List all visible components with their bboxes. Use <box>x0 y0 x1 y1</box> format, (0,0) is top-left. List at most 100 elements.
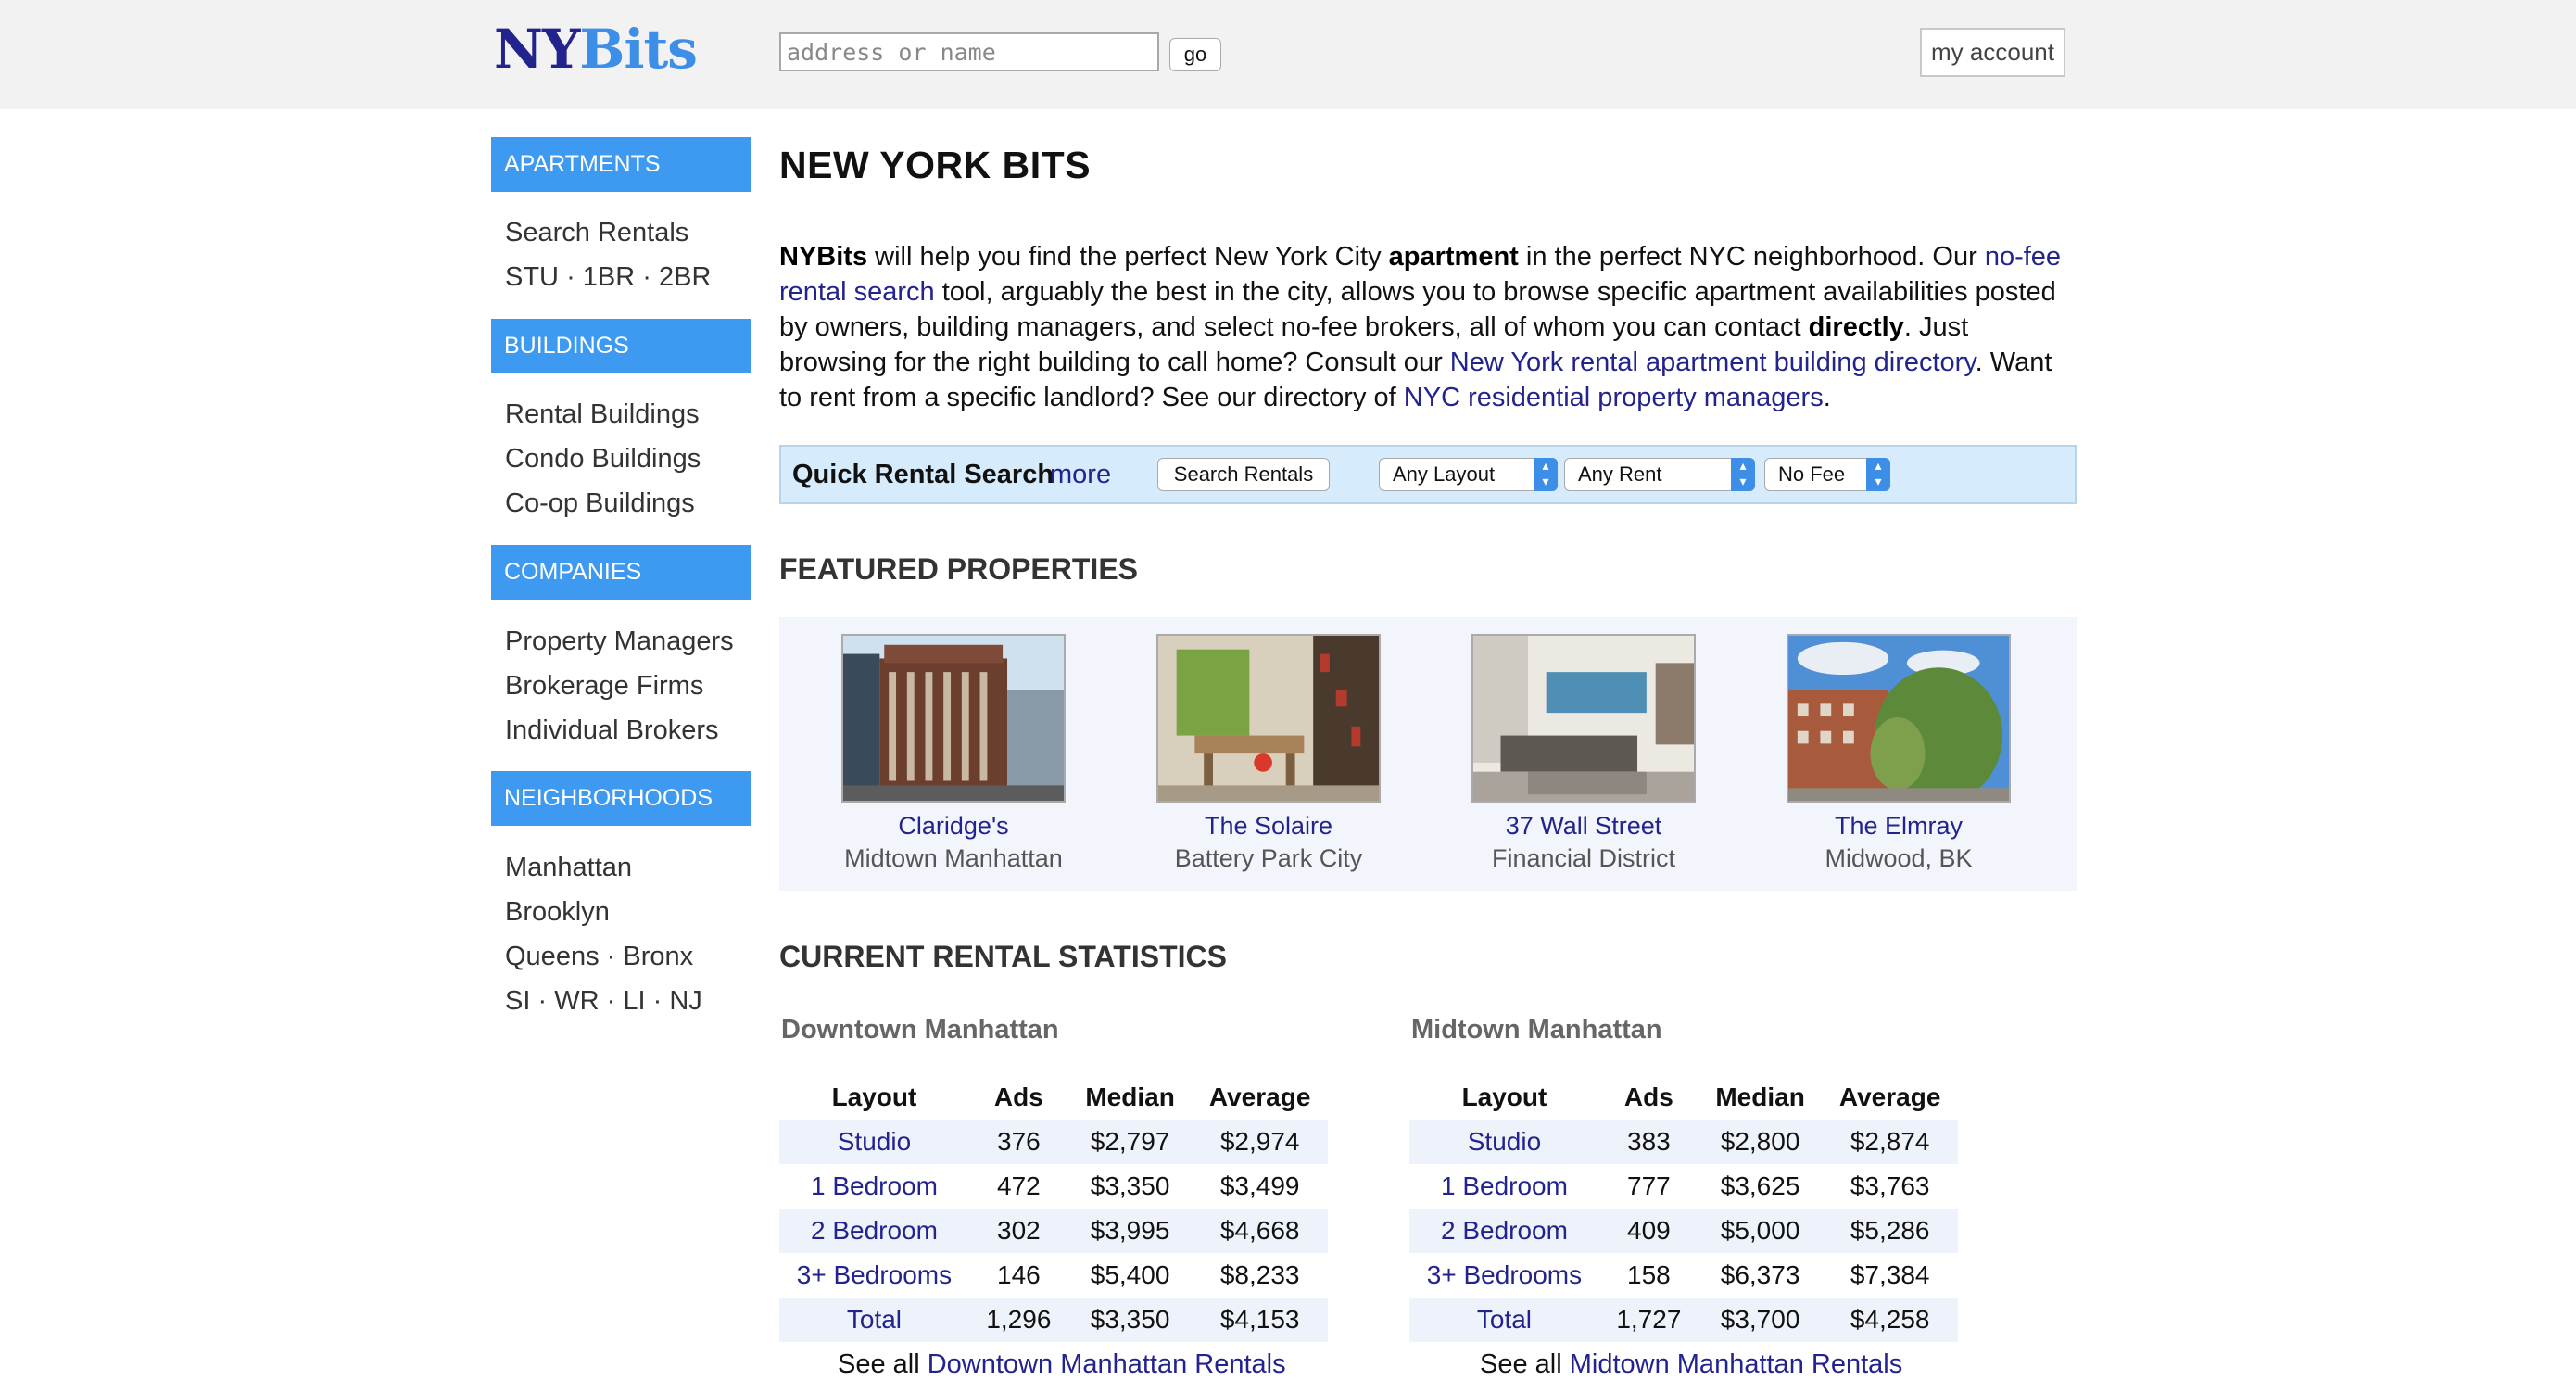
sidebar-item-wr[interactable]: WR <box>554 986 599 1016</box>
sidebar-item-search-rentals[interactable]: Search Rentals <box>505 216 688 249</box>
property-name[interactable]: The Solaire <box>1139 812 1398 841</box>
property-managers-link[interactable]: NYC residential property managers <box>1404 383 1824 412</box>
search-rentals-button[interactable]: Search Rentals <box>1157 458 1330 491</box>
sidebar-heading-buildings[interactable]: BUILDINGS <box>491 319 751 373</box>
midtown-rentals-link[interactable]: Midtown Manhattan Rentals <box>1570 1349 1902 1379</box>
table-row: 2 Bedroom 409 $5,000 $5,286 <box>1409 1209 1958 1253</box>
sidebar-item-rental-buildings[interactable]: Rental Buildings <box>505 398 700 431</box>
median-cell: $3,350 <box>1090 1171 1170 1200</box>
table-row: 1 Bedroom 472 $3,350 $3,499 <box>779 1164 1328 1209</box>
ads-cell: 1,296 <box>968 1298 1068 1342</box>
separator-dot: · <box>606 942 616 971</box>
separator-dot: · <box>652 986 663 1016</box>
sidebar-heading-companies[interactable]: COMPANIES <box>491 545 751 600</box>
layout-select[interactable]: Any Layout ▴ ▾ <box>1379 458 1558 491</box>
layout-link[interactable]: Studio <box>1409 1120 1599 1164</box>
sidebar-item-manhattan[interactable]: Manhattan <box>505 851 632 884</box>
property-area: Midtown Manhattan <box>844 844 1063 872</box>
sidebar-item-queens[interactable]: Queens <box>505 942 600 971</box>
average-cell: $5,286 <box>1822 1209 1958 1253</box>
property-name[interactable]: 37 Wall Street <box>1454 812 1713 841</box>
sidebar-item-condo-buildings[interactable]: Condo Buildings <box>505 442 701 475</box>
my-account-button[interactable]: my account <box>1920 28 2065 77</box>
layout-link[interactable]: 1 Bedroom <box>779 1164 969 1209</box>
median-cell: $3,625 <box>1720 1171 1800 1200</box>
sidebar-item-2br[interactable]: 2BR <box>659 262 711 292</box>
property-name[interactable]: Claridge's <box>824 812 1083 841</box>
layout-link[interactable]: 2 Bedroom <box>1409 1209 1599 1253</box>
sidebar-item-brooklyn[interactable]: Brooklyn <box>505 895 610 929</box>
sidebar-item-brokerage-firms[interactable]: Brokerage Firms <box>505 669 703 703</box>
go-button[interactable]: go <box>1169 38 1221 71</box>
rent-select[interactable]: Any Rent ▴ ▾ <box>1564 458 1755 491</box>
property-photo[interactable] <box>1471 634 1696 803</box>
separator-dot: · <box>606 986 616 1016</box>
layout-link[interactable]: 1 Bedroom <box>1409 1164 1599 1209</box>
featured-property-card[interactable]: 37 Wall Street Financial District <box>1454 634 1713 873</box>
downtown-rentals-link[interactable]: Downtown Manhattan Rentals <box>928 1349 1286 1379</box>
sidebar-item-1br[interactable]: 1BR <box>583 262 635 292</box>
column-header: Layout <box>1461 1082 1547 1111</box>
column-header: Median <box>1715 1082 1805 1111</box>
quick-rental-search-bar: Quick Rental Search more Search Rentals … <box>779 445 2077 504</box>
average-cell: $3,763 <box>1850 1171 1930 1200</box>
property-photo[interactable] <box>1787 634 2011 803</box>
see-all-label: See all <box>1480 1349 1562 1379</box>
quick-search-more-link[interactable]: more <box>1050 460 1111 490</box>
fee-select-value: No Fee <box>1778 462 1846 486</box>
featured-property-card[interactable]: The Elmray Midwood, BK <box>1769 634 2028 873</box>
sidebar-heading-neighborhoods[interactable]: NEIGHBORHOODS <box>491 771 751 826</box>
table-row: Total 1,727 $3,700 $4,258 <box>1409 1298 1958 1342</box>
featured-property-card[interactable]: The Solaire Battery Park City <box>1139 634 1398 873</box>
table-row: 1 Bedroom 777 $3,625 $3,763 <box>1409 1164 1958 1209</box>
property-area: Midwood, BK <box>1825 844 1973 872</box>
layout-link[interactable]: 2 Bedroom <box>779 1209 969 1253</box>
intro-text: will help you find the perfect New York … <box>867 242 1389 272</box>
table-row: Studio 376 $2,797 $2,974 <box>779 1120 1328 1164</box>
search-input[interactable]: address or name <box>779 32 1159 71</box>
median-cell: $2,797 <box>1067 1120 1193 1164</box>
select-arrows-icon: ▴ ▾ <box>1731 458 1755 491</box>
sidebar-item-stu[interactable]: STU <box>505 262 559 292</box>
layout-link[interactable]: 3+ Bedrooms <box>779 1253 969 1298</box>
featured-properties-heading: FEATURED PROPERTIES <box>779 552 1138 586</box>
select-arrows-icon: ▴ ▾ <box>1866 458 1890 491</box>
select-arrows-icon: ▴ ▾ <box>1534 458 1558 491</box>
sidebar-item-individual-brokers[interactable]: Individual Brokers <box>505 714 719 747</box>
layout-link[interactable]: 3+ Bedrooms <box>1409 1253 1599 1298</box>
fee-select[interactable]: No Fee ▴ ▾ <box>1764 458 1890 491</box>
property-photo[interactable] <box>841 634 1066 803</box>
layout-link[interactable]: Total <box>779 1298 969 1342</box>
sidebar-item-property-managers[interactable]: Property Managers <box>505 625 734 658</box>
property-photo[interactable] <box>1156 634 1381 803</box>
sidebar-item-li[interactable]: LI <box>623 986 645 1016</box>
separator-dot: · <box>566 262 575 292</box>
sidebar-heading-apartments[interactable]: APARTMENTS <box>491 137 751 192</box>
median-cell: $5,400 <box>1090 1260 1170 1289</box>
average-cell: $4,258 <box>1822 1298 1958 1342</box>
average-cell: $4,668 <box>1192 1209 1328 1253</box>
table-row: Total 1,296 $3,350 $4,153 <box>779 1298 1328 1342</box>
ads-cell: 1,727 <box>1598 1298 1698 1342</box>
property-name[interactable]: The Elmray <box>1769 812 2028 841</box>
separator-dot: · <box>642 262 651 292</box>
column-header: Average <box>1838 1082 1941 1111</box>
featured-property-card[interactable]: Claridge's Midtown Manhattan <box>824 634 1083 873</box>
median-cell: $3,995 <box>1067 1209 1193 1253</box>
featured-properties: Claridge's Midtown Manhattan The Solaire… <box>779 617 2077 891</box>
ads-cell: 383 <box>1598 1120 1698 1164</box>
sidebar-item-bronx[interactable]: Bronx <box>623 942 693 971</box>
ads-cell: 376 <box>968 1120 1068 1164</box>
column-header: Ads <box>993 1082 1043 1111</box>
intro-text: . <box>1823 383 1831 412</box>
sidebar-row-other-areas: SI · WR · LI · NJ <box>505 984 702 1018</box>
sidebar-item-si[interactable]: SI <box>505 986 530 1016</box>
building-directory-link[interactable]: New York rental apartment building direc… <box>1450 348 1976 377</box>
nybits-logo[interactable]: NYBits <box>494 17 698 82</box>
column-header: Median <box>1085 1082 1175 1111</box>
sidebar-item-nj[interactable]: NJ <box>669 986 701 1016</box>
average-cell: $4,153 <box>1192 1298 1328 1342</box>
layout-link[interactable]: Studio <box>779 1120 969 1164</box>
sidebar-item-coop-buildings[interactable]: Co-op Buildings <box>505 487 695 520</box>
layout-link[interactable]: Total <box>1409 1298 1599 1342</box>
